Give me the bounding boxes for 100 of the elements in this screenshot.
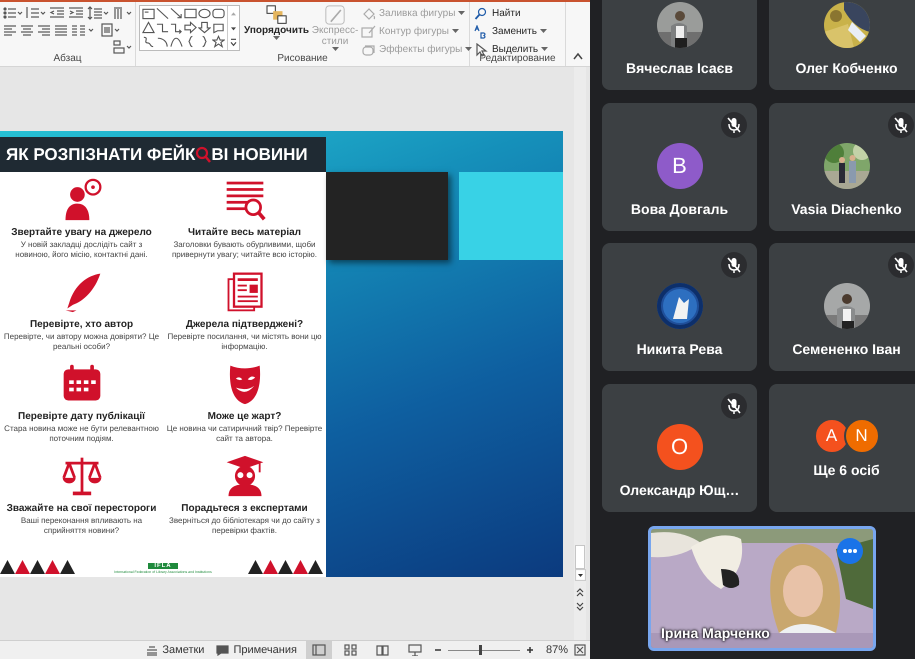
tip-heading: Звертайте увагу на джерело <box>11 227 152 238</box>
participant-tile[interactable]: Никита Рева <box>602 243 757 371</box>
scroll-down-icon[interactable] <box>574 569 586 581</box>
tip-text: Заголовки бувають обурливими, щоби привернути увагу; читайте всю історію. <box>170 240 318 260</box>
rounded-rectangle-icon[interactable] <box>212 7 225 20</box>
next-slide-icon[interactable] <box>575 602 585 612</box>
tip-text: Зверніться до бібліотекаря чи до сайту з перевірки фактів. <box>168 516 321 536</box>
tip-heading: Джерела підтверджені? <box>186 319 304 330</box>
poster-title: ЯК РОЗПІЗНАТИ ФЕЙК <box>6 144 196 164</box>
justify-icon[interactable] <box>54 24 68 36</box>
tip-text: Це новина чи сатиричний твір? Перевірте сайт та автора. <box>166 424 322 444</box>
tip-heading: Читайте весь матеріал <box>188 227 302 238</box>
shapes-gallery[interactable] <box>139 5 240 51</box>
participant-name: Vasia Diachenko <box>791 200 902 216</box>
numbering-icon[interactable] <box>26 6 46 20</box>
connector-icon[interactable] <box>156 21 169 34</box>
collapse-icon[interactable] <box>572 52 584 60</box>
textbox-icon[interactable] <box>142 7 155 20</box>
curve-icon[interactable] <box>170 35 183 48</box>
fit-slide-icon[interactable] <box>574 644 586 656</box>
star-icon[interactable] <box>212 35 225 48</box>
zoom-in-icon[interactable] <box>526 646 534 654</box>
arrange-icon <box>266 5 288 25</box>
decrease-indent-icon[interactable] <box>49 6 65 20</box>
normal-view-icon <box>312 644 326 656</box>
participant-tile[interactable]: Vasia Diachenko <box>769 102 915 230</box>
more-participants-tile[interactable]: A N Ще 6 осіб <box>769 384 915 512</box>
group-label: Рисование <box>276 53 329 66</box>
arc-icon[interactable] <box>156 35 169 48</box>
callout-icon[interactable] <box>212 21 225 34</box>
replace-button[interactable]: Заменить <box>473 24 550 39</box>
fill-bucket-icon <box>361 6 376 20</box>
pen-icon <box>361 24 376 38</box>
avatar: N <box>844 418 880 454</box>
caret-icon <box>465 47 472 52</box>
tip-text: Стара новина може не бути релевантною поточним подіям. <box>4 424 160 444</box>
poster-title: ВІ НОВИНИ <box>211 144 308 164</box>
tip-text: У новій закладці дослідіть сайт з новиною, його місію, контактні дані. <box>14 240 149 260</box>
avatar: О <box>656 424 702 470</box>
caret-icon <box>458 11 466 16</box>
notes-icon <box>146 644 158 656</box>
find-button[interactable]: Найти <box>473 6 550 21</box>
reading-view-icon <box>376 644 390 656</box>
magnifier-icon <box>195 146 212 164</box>
increase-indent-icon[interactable] <box>68 6 84 20</box>
caret-icon <box>452 29 459 34</box>
tip-text: Ваші переконання впливають на сприйняття новини? <box>20 516 144 536</box>
participant-name: Олег Кобченко <box>795 60 898 76</box>
participant-tile[interactable]: Вячеслав Ісаєв <box>602 0 757 90</box>
align-left-icon[interactable] <box>3 24 17 36</box>
line-icon[interactable] <box>156 7 169 20</box>
participant-name: Вова Довгаль <box>630 200 728 216</box>
bullets-icon[interactable] <box>3 6 23 20</box>
down-arrow-icon[interactable] <box>198 21 211 34</box>
slide-sorter-icon <box>344 644 358 656</box>
zoom-slider-thumb[interactable] <box>479 645 482 655</box>
participant-tile[interactable]: Семененко Іван <box>769 243 915 371</box>
oval-icon[interactable] <box>198 7 211 20</box>
tip-text: Перевірте, чи автору можна довіряти? Це реальні особи? <box>4 332 160 352</box>
caret-icon <box>273 36 280 41</box>
brush-icon <box>324 5 346 25</box>
vertical-scrollbar[interactable] <box>574 67 586 640</box>
comments-button[interactable]: Примечания <box>213 641 300 659</box>
comment-icon <box>216 644 230 656</box>
participant-tile[interactable]: В Вова Довгаль <box>602 102 757 230</box>
arrange-button[interactable]: Упорядочить <box>243 4 310 42</box>
more-options-icon[interactable] <box>837 538 863 564</box>
align-center-icon[interactable] <box>20 24 34 36</box>
previous-slide-icon[interactable] <box>575 587 585 597</box>
participant-name: Вячеслав Ісаєв <box>626 60 733 76</box>
normal-view-button[interactable] <box>306 641 332 659</box>
participant-tile[interactable]: О Олександр Ющ… <box>602 384 757 512</box>
align-right-icon[interactable] <box>37 24 51 36</box>
participant-name: Ірина Марченко <box>661 624 770 640</box>
triangle-icon[interactable] <box>142 21 155 34</box>
tip-heading: Може це жарт? <box>208 411 282 422</box>
align-text-icon[interactable] <box>100 23 122 37</box>
search-icon <box>474 6 489 20</box>
caret-icon <box>332 47 339 52</box>
right-arrow-icon[interactable] <box>184 21 197 34</box>
line-spacing-icon[interactable] <box>87 6 109 20</box>
smartart-icon[interactable] <box>112 40 134 54</box>
text-direction-icon[interactable] <box>112 6 134 20</box>
freeform-icon[interactable] <box>142 35 155 48</box>
arrow-line-icon[interactable] <box>170 7 183 20</box>
scroll-thumb[interactable] <box>575 545 585 569</box>
zoom-level[interactable]: 87% <box>546 644 568 656</box>
group-label: Абзац <box>52 53 83 66</box>
avatar: В <box>656 142 702 188</box>
rectangle-icon[interactable] <box>184 7 197 20</box>
tip-heading: Порадьтеся з експертами <box>181 503 308 514</box>
participant-tile[interactable]: Олег Кобченко <box>769 0 915 90</box>
notes-button[interactable]: Заметки <box>143 641 208 659</box>
tip-text: Перевірте посилання, чи містять вони цю інформацію. <box>166 332 322 352</box>
curved-connector-icon[interactable] <box>170 21 183 34</box>
participant-name: Никита Рева <box>636 341 722 357</box>
tip-heading: Зважайте на свої перестороги <box>6 503 156 514</box>
tip-heading: Перевірте дату публікації <box>18 411 145 422</box>
slideshow-icon <box>408 644 422 656</box>
tip-heading: Перевірте, хто автор <box>30 319 134 330</box>
